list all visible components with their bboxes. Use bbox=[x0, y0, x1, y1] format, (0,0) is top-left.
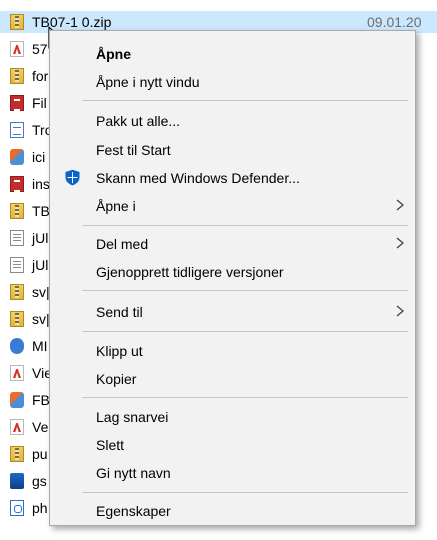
pdf-icon bbox=[10, 41, 24, 57]
menu-item-label: Lag snarvei bbox=[96, 409, 169, 425]
menu-item-label: Klipp ut bbox=[96, 343, 143, 359]
filezilla-icon bbox=[10, 95, 24, 111]
zip-icon bbox=[10, 203, 24, 219]
file-name: MI bbox=[32, 338, 48, 354]
zip-icon bbox=[10, 446, 24, 462]
menu-separator bbox=[82, 492, 408, 493]
context-menu: Åpne Åpne i nytt vindu Pakk ut alle... F… bbox=[49, 30, 416, 526]
menu-item-label: Gjenopprett tidligere versjoner bbox=[96, 264, 284, 280]
file-name: Fil bbox=[32, 95, 47, 111]
menu-item-share-with[interactable]: Del med bbox=[50, 231, 415, 255]
file-name: FB bbox=[32, 392, 50, 408]
menu-item-label: Kopier bbox=[96, 371, 137, 387]
file-name: for bbox=[32, 68, 49, 84]
file-name: pu bbox=[32, 446, 48, 462]
ghostscript-icon bbox=[10, 473, 24, 489]
chevron-right-icon bbox=[396, 237, 404, 249]
document-icon bbox=[10, 122, 24, 138]
zip-icon bbox=[10, 284, 24, 300]
file-name: TB07-1 0.zip bbox=[32, 14, 112, 30]
menu-item-label: Fest til Start bbox=[96, 142, 171, 158]
chevron-right-icon bbox=[396, 305, 404, 317]
menu-item-label: Åpne i nytt vindu bbox=[96, 74, 200, 90]
menu-item-label: Pakk ut alle... bbox=[96, 113, 181, 129]
zip-icon bbox=[10, 68, 24, 84]
menu-separator bbox=[82, 100, 408, 101]
menu-item-create-shortcut[interactable]: Lag snarvei bbox=[50, 404, 415, 428]
pdf-icon bbox=[10, 419, 24, 435]
file-name: sv| bbox=[32, 311, 50, 327]
app-icon bbox=[10, 392, 24, 408]
file-name: Ve bbox=[32, 419, 49, 435]
menu-item-copy[interactable]: Kopier bbox=[50, 366, 415, 390]
file-date: 09.01.20 bbox=[367, 14, 422, 30]
menu-item-open[interactable]: Åpne bbox=[50, 41, 415, 65]
menu-item-label: Gi nytt navn bbox=[96, 465, 171, 481]
file-name: TB bbox=[32, 203, 50, 219]
file-name: sv| bbox=[32, 284, 50, 300]
pdf-icon bbox=[10, 365, 24, 381]
file-name: 57 bbox=[32, 41, 48, 57]
menu-separator bbox=[82, 290, 408, 291]
menu-item-open-with[interactable]: Åpne i bbox=[50, 193, 415, 217]
menu-item-label: Skann med Windows Defender... bbox=[96, 170, 300, 186]
file-name: ph bbox=[32, 500, 48, 516]
app-icon bbox=[10, 149, 24, 165]
php-file-icon bbox=[10, 500, 24, 516]
file-name: ins bbox=[32, 176, 50, 192]
menu-item-label: Egenskaper bbox=[96, 503, 171, 519]
menu-separator bbox=[82, 331, 408, 332]
menu-item-pin-to-start[interactable]: Fest til Start bbox=[50, 137, 415, 161]
menu-item-scan-defender[interactable]: Skann med Windows Defender... bbox=[50, 165, 415, 189]
menu-item-delete[interactable]: Slett bbox=[50, 432, 415, 456]
menu-item-extract-all[interactable]: Pakk ut alle... bbox=[50, 108, 415, 132]
file-name: jUl bbox=[32, 230, 49, 246]
menu-item-rename[interactable]: Gi nytt navn bbox=[50, 460, 415, 484]
installer-icon bbox=[10, 338, 24, 354]
menu-separator bbox=[82, 397, 408, 398]
text-file-icon bbox=[10, 230, 24, 246]
menu-item-label: Slett bbox=[96, 437, 125, 453]
text-file-icon bbox=[10, 257, 24, 273]
menu-item-label: Del med bbox=[96, 236, 149, 252]
menu-item-open-new-window[interactable]: Åpne i nytt vindu bbox=[50, 69, 415, 93]
windows-defender-icon bbox=[65, 169, 80, 186]
menu-item-label: Åpne bbox=[96, 46, 131, 62]
file-name: gs bbox=[32, 473, 47, 489]
menu-item-send-to[interactable]: Send til bbox=[50, 299, 415, 323]
menu-item-restore-previous-versions[interactable]: Gjenopprett tidligere versjoner bbox=[50, 259, 415, 283]
chevron-right-icon bbox=[396, 199, 404, 211]
menu-item-cut[interactable]: Klipp ut bbox=[50, 338, 415, 362]
menu-separator bbox=[82, 225, 408, 226]
filezilla-icon bbox=[10, 176, 24, 192]
menu-item-label: Send til bbox=[96, 304, 143, 320]
zip-icon bbox=[10, 14, 24, 30]
zip-icon bbox=[10, 311, 24, 327]
file-name: ici bbox=[32, 149, 46, 165]
menu-item-label: Åpne i bbox=[96, 198, 136, 214]
menu-item-properties[interactable]: Egenskaper bbox=[50, 498, 415, 522]
file-name: jUl bbox=[32, 257, 49, 273]
